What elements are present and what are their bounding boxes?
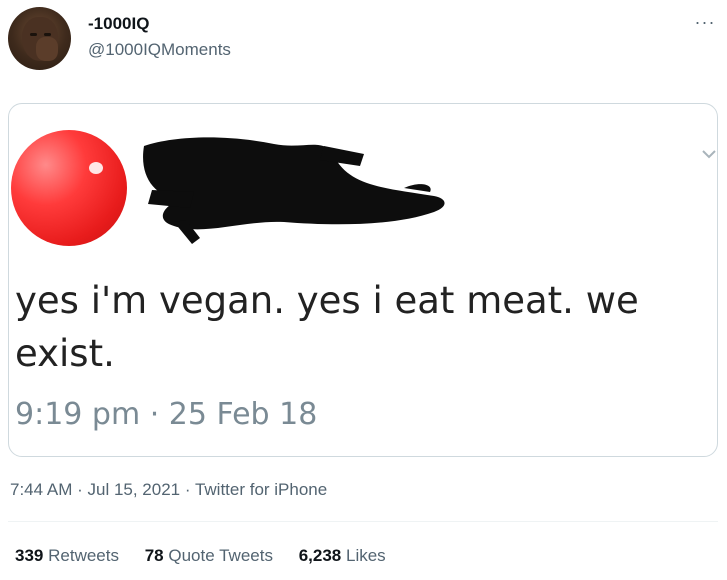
avatar-eye-right <box>44 33 51 36</box>
quote-tweets-label: Quote Tweets <box>168 546 273 565</box>
avatar-eye-left <box>30 33 37 36</box>
red-ball-shine <box>89 162 103 174</box>
avatar-hand <box>36 37 58 61</box>
redaction-scribble <box>143 137 445 244</box>
tweet-meta: 7:44 AM · Jul 15, 2021 · Twitter for iPh… <box>10 480 327 500</box>
embedded-image[interactable]: yes i'm vegan. yes i eat meat. we exist.… <box>8 103 718 457</box>
tweet-timestamp[interactable]: 7:44 AM <box>10 480 72 499</box>
embedded-tweet-text: yes i'm vegan. yes i eat meat. we exist. <box>15 279 639 375</box>
tweet-date[interactable]: Jul 15, 2021 <box>87 480 180 499</box>
meta-separator: · <box>180 480 195 499</box>
user-handle[interactable]: @1000IQMoments <box>88 40 231 60</box>
likes-stat[interactable]: 6,238 Likes <box>299 546 386 565</box>
embedded-tweet-time: 9:19 pm · 25 Feb 18 <box>15 397 318 432</box>
tweet-stats: 339 Retweets 78 Quote Tweets 6,238 Likes <box>15 546 407 566</box>
tweet-source[interactable]: Twitter for iPhone <box>195 480 327 499</box>
divider <box>8 521 718 522</box>
chevron-down-icon[interactable] <box>701 146 717 162</box>
meta-separator: · <box>72 480 88 499</box>
display-name[interactable]: -1000IQ <box>88 14 149 34</box>
quote-tweets-stat[interactable]: 78 Quote Tweets <box>145 546 273 565</box>
retweets-count: 339 <box>15 546 44 565</box>
likes-label: Likes <box>345 546 386 565</box>
retweets-label: Retweets <box>48 546 119 565</box>
likes-count: 6,238 <box>298 546 342 565</box>
red-ball-avatar <box>11 130 127 246</box>
avatar[interactable] <box>8 7 71 70</box>
more-options-icon[interactable]: ··· <box>690 12 720 32</box>
quote-tweets-count: 78 <box>144 546 164 565</box>
retweets-stat[interactable]: 339 Retweets <box>15 546 119 565</box>
